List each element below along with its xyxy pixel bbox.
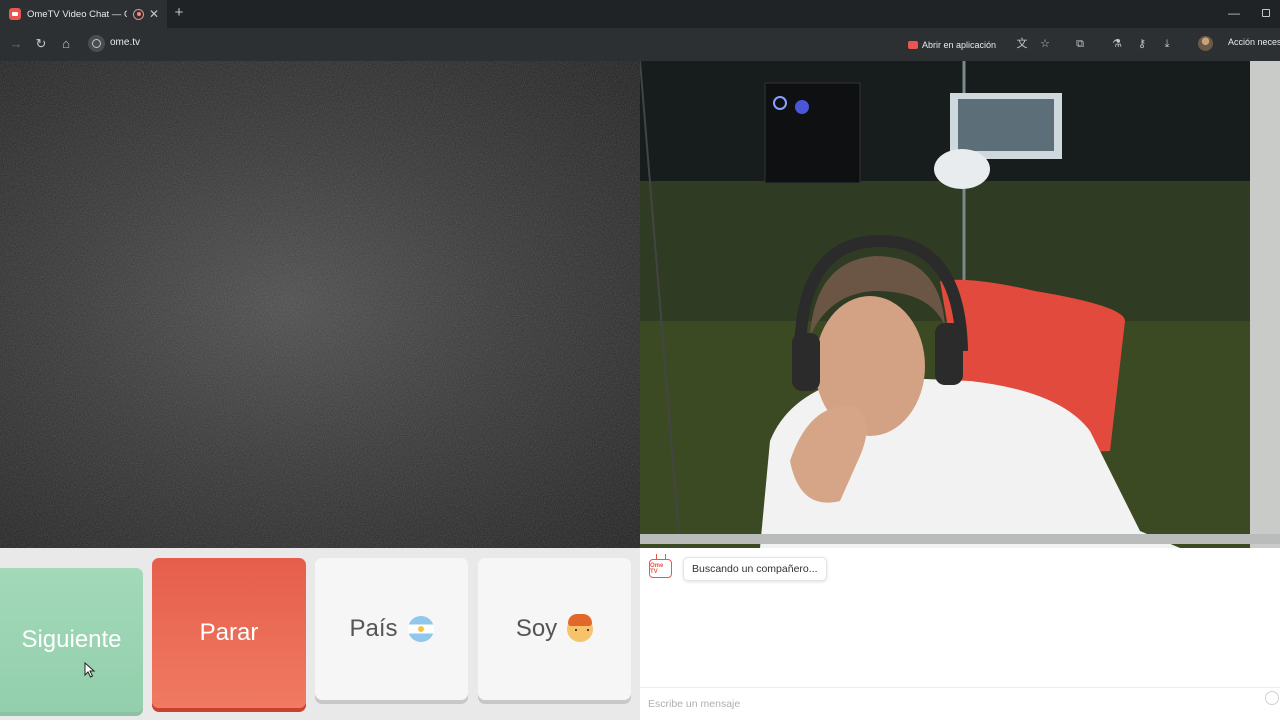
active-tab[interactable]: OmeTV Video Chat — Omegle alternative ✕ [0, 0, 167, 28]
gender-select-button[interactable]: Soy [478, 558, 631, 700]
country-label: País [349, 615, 398, 642]
reload-icon[interactable]: ↻ [33, 36, 49, 52]
argentina-flag-icon [407, 616, 434, 642]
extensions-icon[interactable]: ⧉ [1073, 36, 1087, 52]
site-info-icon[interactable] [88, 35, 105, 52]
address-bar-url[interactable]: ome.tv [110, 37, 140, 48]
next-label: Siguiente [21, 626, 122, 653]
new-tab-plus-icon[interactable]: + [171, 5, 187, 21]
next-button[interactable]: Siguiente [0, 568, 143, 712]
minimize-window-icon[interactable]: — [1228, 6, 1240, 20]
open-in-app-label: Abrir en aplicación [922, 39, 997, 50]
stop-label: Parar [199, 619, 259, 646]
restore-window-icon[interactable] [1262, 9, 1270, 17]
ometv-logo-icon: Ome TV [649, 559, 672, 578]
self-camera-video [640, 61, 1280, 548]
profile-icon[interactable] [1198, 36, 1213, 51]
forward-icon[interactable]: → [8, 36, 24, 52]
bookmark-star-icon[interactable]: ☆ [1038, 36, 1052, 52]
close-tab-icon[interactable]: ✕ [149, 8, 159, 20]
partner-video-static [0, 61, 640, 548]
browser-toolbar: → ↻ ⌂ ome.tv Abrir en aplicación 文 ☆ ⧉ ⚗… [0, 28, 1280, 61]
emoji-icon[interactable] [1265, 691, 1279, 705]
static-noise [0, 61, 640, 548]
tab-bar: OmeTV Video Chat — Omegle alternative ✕ … [0, 0, 1280, 28]
tab-title: OmeTV Video Chat — Omegle alternative [27, 8, 127, 20]
chat-message-input[interactable] [640, 687, 1280, 720]
recording-icon [133, 8, 144, 20]
video-controls: Siguiente Parar País Soy [0, 548, 640, 720]
open-in-app-icon [908, 40, 918, 49]
boy-face-icon [567, 614, 594, 642]
mouse-cursor-icon [84, 662, 96, 678]
open-in-app-button[interactable]: Abrir en aplicación [903, 35, 1003, 54]
webcam-scene [640, 61, 1280, 548]
country-select-button[interactable]: País [315, 558, 468, 700]
download-icon[interactable]: ⤓ [1160, 36, 1174, 52]
me-label: Soy [515, 615, 558, 642]
password-key-icon[interactable]: ⚷ [1135, 36, 1149, 52]
ometv-favicon-icon [9, 8, 21, 20]
performance-icon[interactable]: ⚗ [1110, 36, 1124, 52]
translate-icon[interactable]: 文 [1015, 36, 1029, 52]
action-required-button[interactable]: Acción necesaria [1228, 37, 1280, 47]
ometv-logo-text: Ome TV [650, 562, 664, 575]
stop-button[interactable]: Parar [152, 558, 306, 708]
status-message: Buscando un compañero... [683, 557, 827, 581]
home-icon[interactable]: ⌂ [58, 36, 74, 52]
chat-panel: Ome TV Buscando un compañero... [640, 548, 1280, 720]
